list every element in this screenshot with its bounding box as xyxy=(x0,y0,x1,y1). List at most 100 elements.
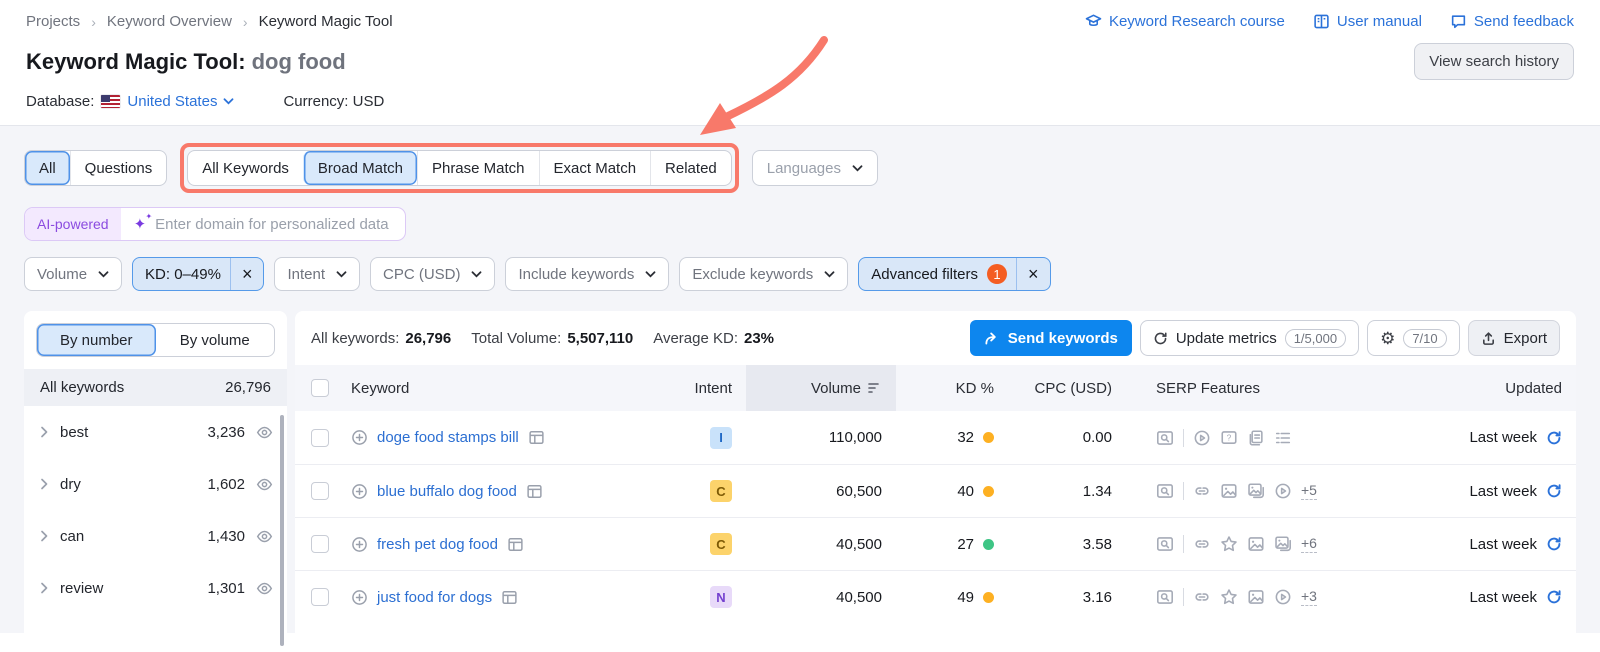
column-serp-features[interactable]: SERP Features xyxy=(1126,365,1388,411)
send-keywords-button[interactable]: Send keywords xyxy=(969,320,1132,356)
row-checkbox[interactable] xyxy=(311,482,329,500)
cpc-filter-dropdown[interactable]: CPC (USD) xyxy=(369,257,496,291)
kd-value: 40 xyxy=(957,482,974,500)
link-icon[interactable] xyxy=(1193,588,1211,606)
keyword-link[interactable]: doge food stamps bill xyxy=(377,429,519,446)
column-updated[interactable]: Updated xyxy=(1388,365,1576,411)
export-button[interactable]: Export xyxy=(1467,320,1560,356)
chevron-right-icon[interactable] xyxy=(40,530,49,542)
refresh-icon[interactable] xyxy=(1546,483,1562,499)
image-copy-icon[interactable] xyxy=(1274,535,1292,553)
play-circle-icon[interactable] xyxy=(1274,482,1292,500)
list-menu-icon[interactable] xyxy=(1274,429,1292,447)
keyword-link[interactable]: just food for dogs xyxy=(377,589,492,606)
chevron-right-icon[interactable] xyxy=(40,582,49,594)
keyword-research-course-link[interactable]: Keyword Research course xyxy=(1085,13,1285,30)
view-search-history-button[interactable]: View search history xyxy=(1414,43,1574,80)
tab-by-number[interactable]: By number xyxy=(37,324,156,356)
image-icon[interactable] xyxy=(1247,535,1265,553)
column-kd[interactable]: KD % xyxy=(896,365,1008,411)
tab-by-volume[interactable]: By volume xyxy=(156,324,275,356)
keyword-group-row[interactable]: dry 1,602 xyxy=(24,458,287,510)
advanced-filters-active[interactable]: Advanced filters 1 × xyxy=(858,257,1051,291)
serp-more-features[interactable]: +6 xyxy=(1301,535,1317,553)
keyword-group-row[interactable]: best 3,236 xyxy=(24,406,287,458)
match-type-tab-all-keywords[interactable]: All Keywords xyxy=(188,151,303,185)
kd-filter-active[interactable]: KD: 0–49% × xyxy=(132,257,265,291)
serp-more-features[interactable]: +3 xyxy=(1301,588,1317,606)
ai-domain-input[interactable]: AI-powered ✦ Enter domain for personaliz… xyxy=(24,207,406,241)
languages-dropdown[interactable]: Languages xyxy=(751,150,878,186)
match-type-tab-broad-match[interactable]: Broad Match xyxy=(302,151,417,185)
currency-value: USD xyxy=(352,93,385,110)
gear-icon: ⚙ xyxy=(1380,328,1396,348)
select-all-checkbox[interactable] xyxy=(311,379,329,397)
link-icon[interactable] xyxy=(1193,535,1211,553)
image-icon[interactable] xyxy=(1247,588,1265,606)
include-keywords-dropdown[interactable]: Include keywords xyxy=(505,257,670,291)
copy-pages-icon[interactable] xyxy=(1247,429,1265,447)
keyword-link[interactable]: blue buffalo dog food xyxy=(377,483,517,500)
match-type-tab-related[interactable]: Related xyxy=(650,151,731,185)
column-intent[interactable]: Intent xyxy=(654,365,746,411)
refresh-icon[interactable] xyxy=(1546,589,1562,605)
table-settings-button[interactable]: ⚙ 7/10 xyxy=(1367,320,1460,356)
image-icon[interactable] xyxy=(1220,482,1238,500)
chevron-right-icon[interactable] xyxy=(40,426,49,438)
serp-snapshot-icon[interactable] xyxy=(507,536,524,553)
tab-all[interactable]: All xyxy=(25,151,70,185)
breadcrumb-projects[interactable]: Projects xyxy=(26,13,80,30)
play-circle-icon[interactable] xyxy=(1193,429,1211,447)
column-cpc[interactable]: CPC (USD) xyxy=(1008,365,1126,411)
intent-filter-dropdown[interactable]: Intent xyxy=(274,257,360,291)
image-copy-icon[interactable] xyxy=(1247,482,1265,500)
row-checkbox[interactable] xyxy=(311,428,329,447)
link-icon[interactable] xyxy=(1193,482,1211,500)
star-icon[interactable] xyxy=(1220,588,1238,606)
clear-kd-filter-button[interactable]: × xyxy=(229,258,264,290)
question-chat-icon[interactable]: ? xyxy=(1220,429,1238,447)
sidebar-scrollbar[interactable] xyxy=(280,415,284,646)
serp-snapshot-icon[interactable] xyxy=(526,483,543,500)
add-keyword-icon[interactable] xyxy=(351,483,368,500)
play-circle-icon[interactable] xyxy=(1274,588,1292,606)
serp-preview-icon[interactable] xyxy=(1156,429,1174,447)
add-keyword-icon[interactable] xyxy=(351,536,368,553)
match-type-tab-phrase-match[interactable]: Phrase Match xyxy=(416,151,539,185)
row-checkbox[interactable] xyxy=(311,535,329,553)
refresh-icon[interactable] xyxy=(1546,536,1562,552)
clear-advanced-filters-button[interactable]: × xyxy=(1016,258,1050,290)
row-checkbox[interactable] xyxy=(311,588,329,606)
serp-snapshot-icon[interactable] xyxy=(501,589,518,606)
all-keywords-row[interactable]: All keywords 26,796 xyxy=(24,369,287,406)
keyword-link[interactable]: fresh pet dog food xyxy=(377,536,498,553)
keyword-group-row[interactable]: can 1,430 xyxy=(24,510,287,562)
match-type-tab-exact-match[interactable]: Exact Match xyxy=(538,151,651,185)
kd-difficulty-dot xyxy=(983,591,994,603)
serp-snapshot-icon[interactable] xyxy=(528,429,545,446)
eye-icon[interactable] xyxy=(256,580,273,597)
eye-icon[interactable] xyxy=(256,424,273,441)
database-selector[interactable]: United States xyxy=(127,93,234,110)
column-keyword[interactable]: Keyword xyxy=(351,365,654,411)
tab-questions[interactable]: Questions xyxy=(69,151,167,185)
breadcrumb-keyword-overview[interactable]: Keyword Overview xyxy=(107,13,232,30)
serp-preview-icon[interactable] xyxy=(1156,588,1174,606)
user-manual-link[interactable]: User manual xyxy=(1313,13,1422,30)
eye-icon[interactable] xyxy=(256,528,273,545)
refresh-icon[interactable] xyxy=(1546,430,1562,446)
send-feedback-link[interactable]: Send feedback xyxy=(1450,13,1574,30)
keyword-group-row[interactable]: review 1,301 xyxy=(24,562,287,614)
column-volume[interactable]: Volume xyxy=(746,365,896,411)
update-metrics-button[interactable]: Update metrics 1/5,000 xyxy=(1139,320,1360,356)
eye-icon[interactable] xyxy=(256,476,273,493)
serp-preview-icon[interactable] xyxy=(1156,535,1174,553)
chevron-right-icon[interactable] xyxy=(40,478,49,490)
serp-more-features[interactable]: +5 xyxy=(1301,482,1317,500)
star-icon[interactable] xyxy=(1220,535,1238,553)
serp-preview-icon[interactable] xyxy=(1156,482,1174,500)
add-keyword-icon[interactable] xyxy=(351,429,368,446)
volume-filter-dropdown[interactable]: Volume xyxy=(24,257,123,291)
add-keyword-icon[interactable] xyxy=(351,589,368,606)
exclude-keywords-dropdown[interactable]: Exclude keywords xyxy=(679,257,849,291)
